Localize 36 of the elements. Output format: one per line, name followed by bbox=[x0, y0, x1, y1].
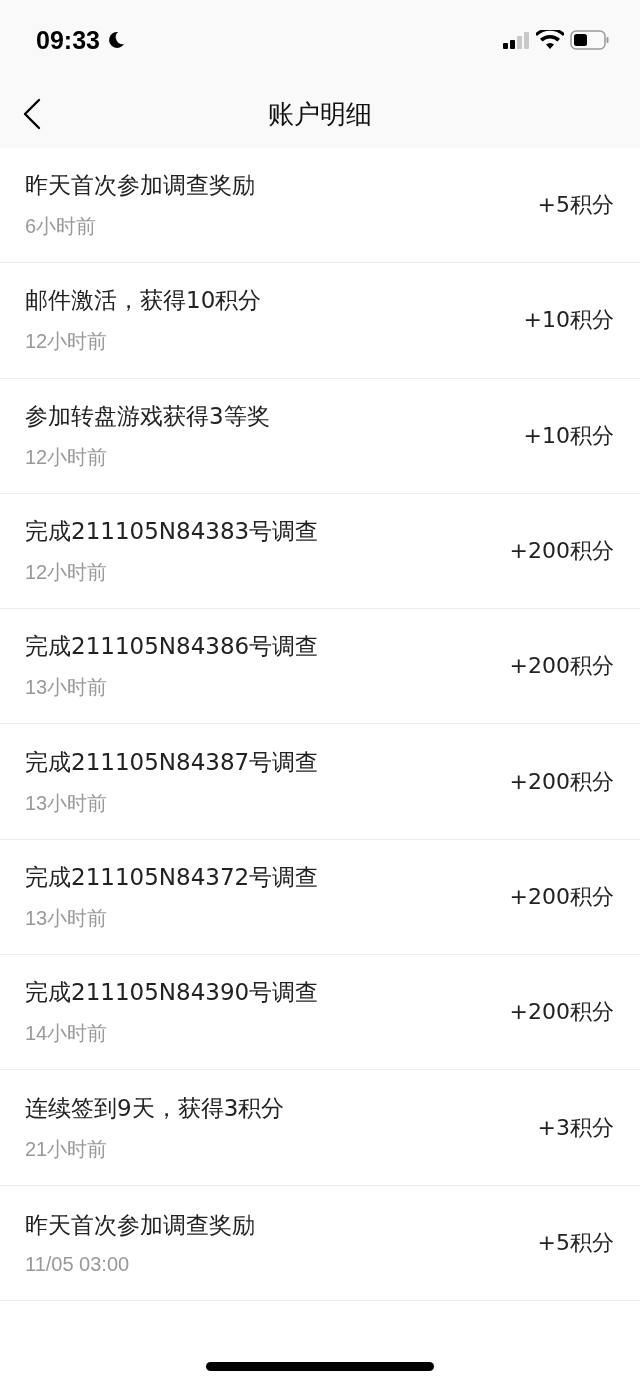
points-amount: +200积分 bbox=[509, 882, 614, 911]
points-amount: +200积分 bbox=[509, 998, 614, 1027]
record-title: 参加转盘游戏获得3等奖 bbox=[25, 401, 270, 431]
record-title: 完成211105N84372号调查 bbox=[25, 862, 319, 892]
record-title: 完成211105N84386号调查 bbox=[25, 632, 319, 662]
record-title: 邮件激活，获得10积分 bbox=[25, 286, 262, 316]
record-time: 13小时前 bbox=[25, 905, 109, 931]
battery-icon bbox=[570, 29, 610, 51]
record-title: 完成211105N84387号调查 bbox=[25, 747, 319, 777]
points-amount: +200积分 bbox=[509, 767, 614, 796]
record-time: 21小时前 bbox=[25, 1136, 109, 1162]
record-time: 14小时前 bbox=[25, 1021, 109, 1047]
points-amount: +200积分 bbox=[509, 652, 614, 681]
record-time: 12小时前 bbox=[25, 444, 109, 470]
points-amount: +200积分 bbox=[509, 537, 614, 566]
record-title: 完成211105N84390号调查 bbox=[25, 978, 319, 1008]
points-amount: +5积分 bbox=[537, 1228, 614, 1257]
status-time: 09:33 bbox=[36, 25, 100, 55]
record-title: 昨天首次参加调查奖励 bbox=[25, 1210, 255, 1240]
record-time: 13小时前 bbox=[25, 790, 109, 816]
record-title: 昨天首次参加调查奖励 bbox=[25, 171, 255, 201]
back-button[interactable] bbox=[22, 98, 42, 130]
wifi-icon bbox=[536, 30, 564, 50]
record-title: 连续签到9天，获得3积分 bbox=[25, 1093, 285, 1123]
points-amount: +10积分 bbox=[523, 306, 614, 335]
record-time: 6小时前 bbox=[25, 214, 98, 240]
record-time: 12小时前 bbox=[25, 329, 109, 355]
points-amount: +10积分 bbox=[523, 421, 614, 450]
points-amount: +5积分 bbox=[537, 191, 614, 220]
record-time: 12小时前 bbox=[25, 560, 109, 586]
record-title: 完成211105N84383号调查 bbox=[25, 517, 319, 547]
points-amount: +3积分 bbox=[537, 1113, 614, 1142]
record-time: 11/05 03:00 bbox=[25, 1252, 131, 1276]
record-time: 13小时前 bbox=[25, 675, 109, 701]
page-title: 账户明细 bbox=[268, 97, 372, 131]
signal-icon bbox=[502, 30, 530, 50]
